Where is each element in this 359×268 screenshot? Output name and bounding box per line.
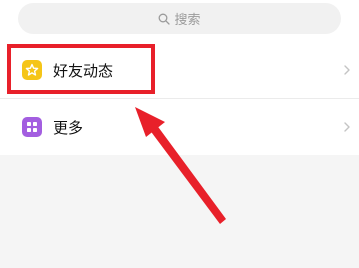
star-icon [22,60,42,80]
search-header: 搜索 [0,0,359,42]
grid-icon [22,117,42,137]
search-placeholder: 搜索 [174,13,201,28]
menu-list: 好友动态 更多 [0,42,359,155]
app-screen: 搜索 好友动态 更多 [0,0,359,268]
chevron-right-icon [343,121,351,133]
menu-item-more[interactable]: 更多 [0,99,359,155]
menu-item-friend-feed[interactable]: 好友动态 [0,42,359,98]
search-bar[interactable]: 搜索 [18,3,341,34]
search-icon [159,13,171,25]
chevron-right-icon [343,64,351,76]
menu-item-label: 好友动态 [53,61,114,80]
menu-item-label: 更多 [53,118,84,137]
